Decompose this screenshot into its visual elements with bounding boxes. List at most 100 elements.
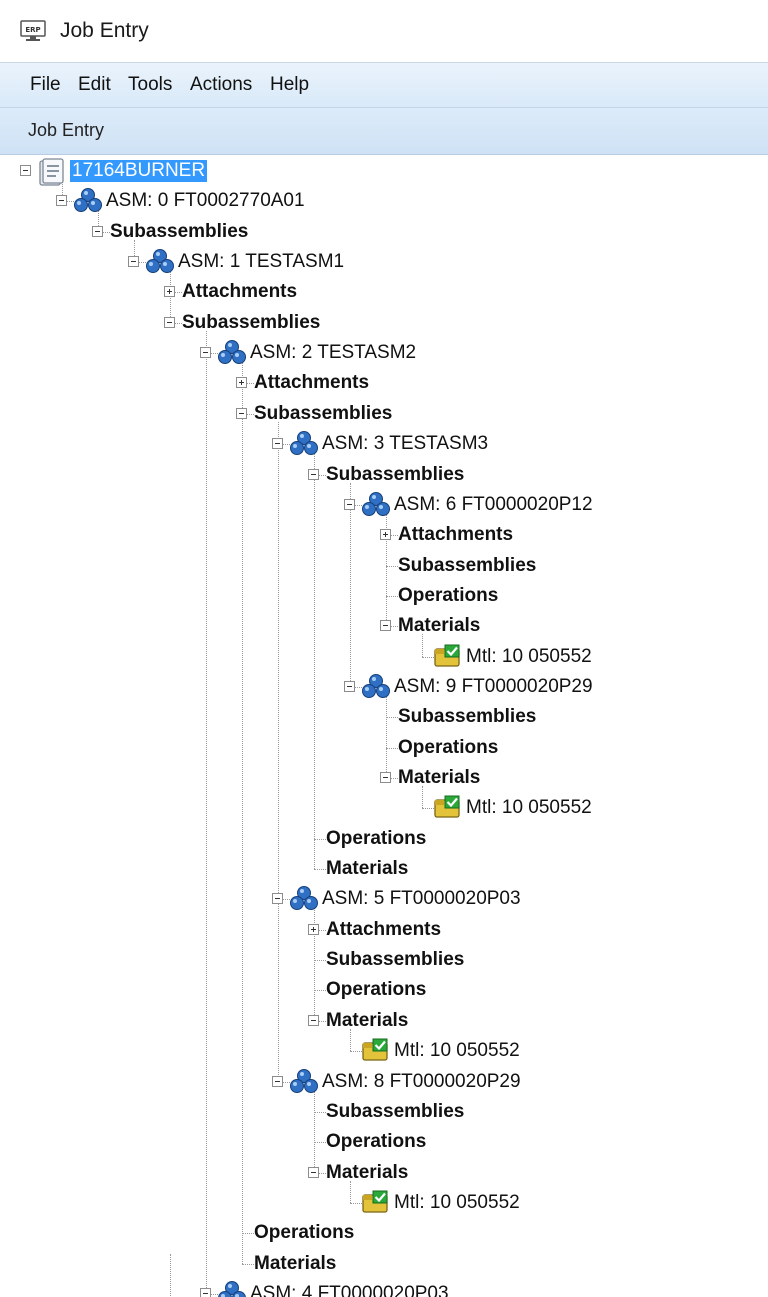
tree-connector-line	[314, 452, 315, 870]
collapse-minus-icon[interactable]	[200, 1287, 211, 1297]
collapse-minus-icon[interactable]	[164, 316, 175, 328]
tree-node-label[interactable]: Attachments	[182, 281, 297, 303]
tree-node-label[interactable]: ASM: 4 FT0000020P03	[250, 1283, 449, 1297]
tree-node-label[interactable]: ASM: 3 TESTASM3	[322, 433, 488, 455]
tree-node-label[interactable]: ASM: 0 FT0002770A01	[106, 190, 305, 212]
assembly-icon	[218, 340, 246, 365]
collapse-minus-icon[interactable]	[272, 893, 283, 905]
tree-node-label[interactable]: Operations	[326, 979, 426, 1001]
window-title: Job Entry	[60, 19, 149, 42]
menu-edit[interactable]: Edit	[78, 74, 111, 96]
tree-node-label[interactable]: Materials	[326, 1010, 408, 1032]
tree-node-label[interactable]: Subassemblies	[398, 555, 536, 577]
tree-node-label[interactable]: Mtl: 10 050552	[466, 797, 592, 819]
collapse-minus-icon[interactable]	[56, 195, 67, 207]
job-folder-icon	[39, 158, 64, 186]
tree-node-label[interactable]: ASM: 5 FT0000020P03	[322, 888, 521, 910]
tree-node-label[interactable]: ASM: 2 TESTASM2	[250, 342, 416, 364]
collapse-minus-icon[interactable]	[380, 772, 391, 783]
tree-node-label[interactable]: Materials	[326, 1162, 408, 1184]
tree-node-label[interactable]: Mtl: 10 050552	[466, 646, 592, 668]
tree-node-label[interactable]: ASM: 8 FT0000020P29	[322, 1071, 521, 1093]
tree-connector-line	[386, 694, 387, 778]
tree-node-label[interactable]: Attachments	[254, 372, 369, 394]
collapse-minus-icon[interactable]	[308, 1166, 319, 1178]
tree-connector-line	[350, 1180, 351, 1203]
tree-connector-stub	[242, 1233, 254, 1235]
collapse-minus-icon[interactable]	[308, 1014, 319, 1026]
tree-connector-line	[170, 1253, 171, 1297]
expand-plus-icon[interactable]	[380, 529, 391, 541]
expand-plus-icon[interactable]	[164, 286, 175, 298]
collapse-minus-icon[interactable]	[272, 438, 283, 450]
menu-help[interactable]: Help	[270, 74, 309, 96]
collapse-minus-icon[interactable]	[344, 498, 355, 510]
form-header: Job Entry	[0, 108, 768, 155]
material-icon	[362, 1038, 388, 1061]
material-icon	[434, 795, 460, 818]
expand-plus-icon[interactable]	[308, 923, 319, 935]
job-tree-view[interactable]: 17164BURNER ASM: 0 FT0002770A01 Subassembl…	[0, 155, 768, 1297]
tree-node-label[interactable]: Subassemblies	[398, 706, 536, 728]
tree-node-label[interactable]: Subassemblies	[182, 312, 320, 334]
assembly-icon	[362, 491, 390, 516]
title-bar: ERP Job Entry	[0, 0, 768, 63]
tree-node-label[interactable]: 17164BURNER	[70, 160, 208, 182]
collapse-minus-icon[interactable]	[200, 347, 211, 359]
collapse-minus-icon[interactable]	[128, 256, 139, 268]
tree-node-label[interactable]: Operations	[398, 585, 498, 607]
material-icon	[434, 644, 460, 667]
tree-node-label[interactable]: Attachments	[326, 919, 441, 941]
assembly-icon	[74, 188, 102, 213]
tree-connector-stub	[314, 990, 326, 992]
menu-tools[interactable]: Tools	[128, 74, 172, 96]
collapse-minus-icon[interactable]	[92, 225, 103, 237]
tree-node-label[interactable]: ASM: 1 TESTASM1	[178, 251, 344, 273]
tree-node-label[interactable]: Subassemblies	[326, 949, 464, 971]
tree-node-label[interactable]: Subassemblies	[254, 403, 392, 425]
tree-node-label[interactable]: Materials	[254, 1253, 336, 1275]
tree-node-label[interactable]: Materials	[398, 615, 480, 637]
tree-connector-stub	[314, 1111, 326, 1113]
tree-node-label[interactable]: Subassemblies	[326, 464, 464, 486]
form-title: Job Entry	[28, 120, 105, 140]
collapse-minus-icon[interactable]	[272, 1075, 283, 1087]
menu-file[interactable]: File	[30, 74, 61, 96]
collapse-minus-icon[interactable]	[308, 468, 319, 480]
tree-node-label[interactable]: Materials	[326, 858, 408, 880]
tree-node-label[interactable]: Subassemblies	[326, 1101, 464, 1123]
expand-plus-icon[interactable]	[236, 377, 247, 389]
collapse-minus-icon[interactable]	[380, 620, 391, 632]
tree-connector-stub	[386, 565, 398, 567]
tree-node-label[interactable]: Operations	[398, 737, 498, 759]
collapse-minus-icon[interactable]	[20, 165, 31, 176]
tree-connector-line	[350, 1028, 351, 1052]
tree-connector-line	[422, 634, 423, 657]
tree-connector-stub	[314, 1142, 326, 1144]
assembly-icon	[218, 1280, 246, 1297]
collapse-minus-icon[interactable]	[236, 407, 247, 419]
collapse-minus-icon[interactable]	[344, 680, 355, 692]
tree-node-label[interactable]: Mtl: 10 050552	[394, 1040, 520, 1062]
erp-app-icon: ERP	[20, 20, 46, 41]
tree-node-label[interactable]: Materials	[398, 767, 480, 789]
tree-node-label[interactable]: Subassemblies	[110, 221, 248, 243]
tree-node-label[interactable]: Attachments	[398, 524, 513, 546]
assembly-icon	[290, 431, 318, 456]
tree-connector-stub	[386, 717, 398, 719]
tree-connector-line	[422, 786, 423, 809]
tree-node-label[interactable]: Operations	[326, 1131, 426, 1153]
menu-actions[interactable]: Actions	[190, 74, 252, 96]
tree-connector-stub	[314, 869, 326, 871]
assembly-icon	[290, 886, 318, 911]
tree-node-label[interactable]: Mtl: 10 050552	[394, 1192, 520, 1214]
tree-connector-stub	[386, 595, 398, 597]
tree-connector-line	[206, 330, 207, 1294]
app-icon-text: ERP	[25, 26, 40, 34]
tree-node-label[interactable]: ASM: 6 FT0000020P12	[394, 494, 593, 516]
tree-node-label[interactable]: Operations	[254, 1222, 354, 1244]
tree-connector-line	[278, 421, 279, 1082]
tree-connector-stub	[386, 747, 398, 749]
tree-node-label[interactable]: ASM: 9 FT0000020P29	[394, 676, 593, 698]
tree-node-label[interactable]: Operations	[326, 828, 426, 850]
